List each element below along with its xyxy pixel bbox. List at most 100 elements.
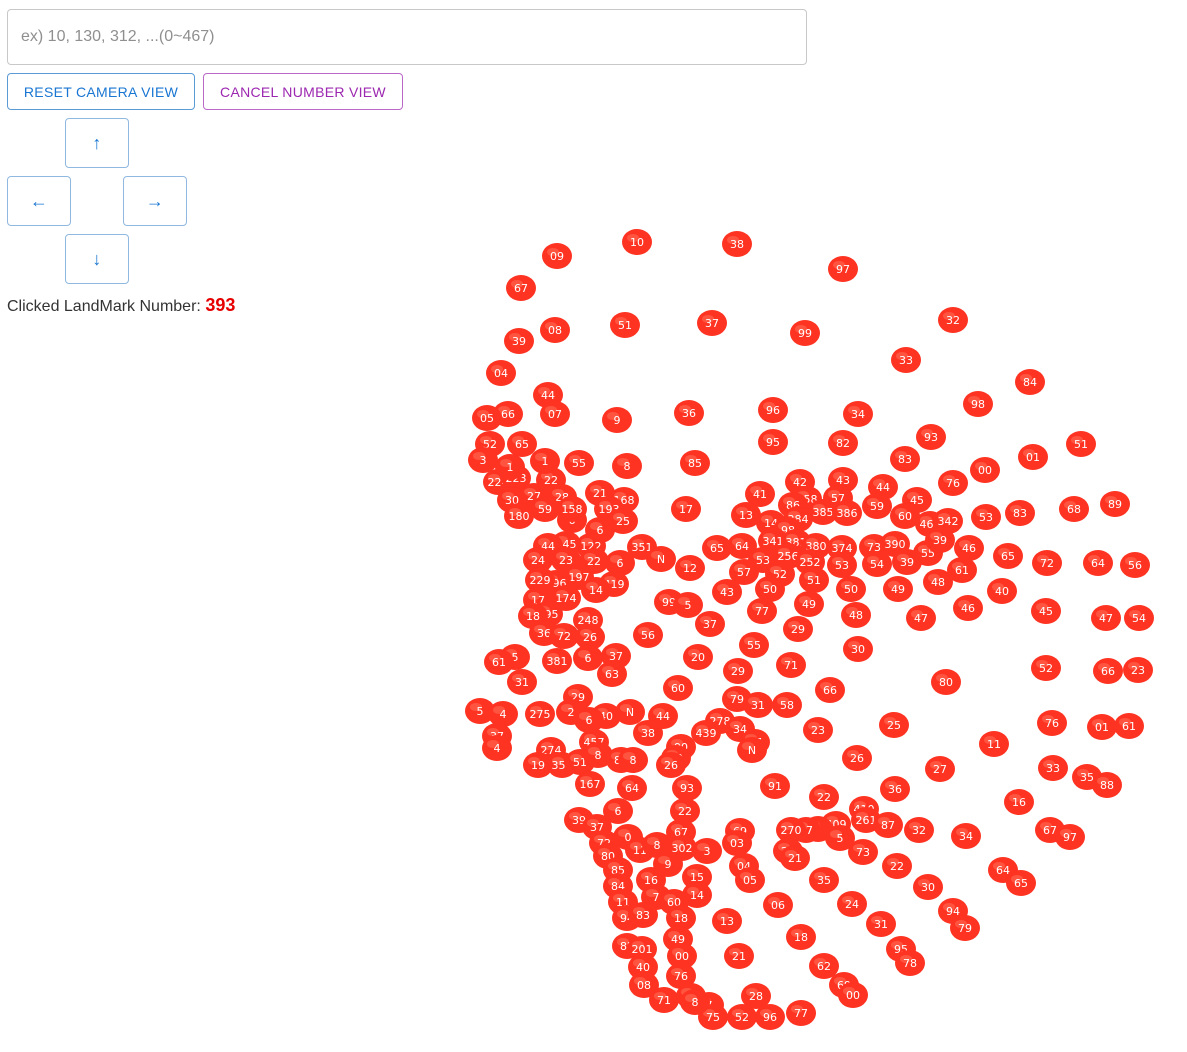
- landmark-point[interactable]: 31: [866, 911, 896, 937]
- landmark-point[interactable]: 18: [786, 924, 816, 950]
- landmark-point[interactable]: N: [737, 737, 767, 763]
- landmark-point[interactable]: 26: [842, 745, 872, 771]
- landmark-point[interactable]: 1: [530, 448, 560, 474]
- landmark-point[interactable]: 25: [608, 508, 638, 534]
- landmark-point[interactable]: 71: [649, 987, 679, 1013]
- landmark-point[interactable]: 14: [581, 577, 611, 603]
- landmark-point[interactable]: 13: [712, 908, 742, 934]
- landmark-point[interactable]: 33: [891, 347, 921, 373]
- landmark-point[interactable]: 91: [760, 773, 790, 799]
- landmark-point[interactable]: 34: [843, 401, 873, 427]
- landmark-point[interactable]: 66: [815, 677, 845, 703]
- landmark-point[interactable]: 83: [628, 902, 658, 928]
- landmark-point[interactable]: 167: [575, 771, 605, 797]
- landmark-point[interactable]: 25: [879, 712, 909, 738]
- landmark-point[interactable]: 72: [1032, 550, 1062, 576]
- landmark-point[interactable]: 59: [530, 496, 560, 522]
- landmark-point[interactable]: 65: [1006, 870, 1036, 896]
- landmark-point[interactable]: 1: [495, 454, 525, 480]
- landmark-point[interactable]: 26: [656, 752, 686, 778]
- landmark-point[interactable]: 20: [683, 644, 713, 670]
- landmark-point[interactable]: 33: [1038, 755, 1068, 781]
- landmark-point[interactable]: 09: [542, 243, 572, 269]
- landmark-point[interactable]: 45: [1031, 598, 1061, 624]
- landmark-point[interactable]: 47: [906, 605, 936, 631]
- landmark-point[interactable]: 29: [723, 658, 753, 684]
- landmark-point[interactable]: 85: [680, 450, 710, 476]
- landmark-point[interactable]: N: [646, 546, 676, 572]
- landmark-point[interactable]: 21: [724, 943, 754, 969]
- landmark-point[interactable]: 3: [692, 838, 722, 864]
- landmark-point[interactable]: 00: [970, 457, 1000, 483]
- landmark-point[interactable]: 32: [938, 307, 968, 333]
- landmark-point[interactable]: 77: [786, 1000, 816, 1026]
- landmark-point[interactable]: 36: [880, 776, 910, 802]
- landmark-point[interactable]: 56: [1120, 552, 1150, 578]
- landmark-point[interactable]: 381: [542, 648, 572, 674]
- landmark-point[interactable]: 73: [848, 839, 878, 865]
- landmark-point[interactable]: 52: [727, 1004, 757, 1030]
- landmark-point[interactable]: 37: [695, 611, 725, 637]
- landmark-point[interactable]: 96: [755, 1004, 785, 1030]
- landmark-point[interactable]: 68: [1059, 496, 1089, 522]
- landmark-point[interactable]: 47: [1091, 605, 1121, 631]
- landmark-point[interactable]: 8: [612, 453, 642, 479]
- landmark-point[interactable]: 06: [763, 892, 793, 918]
- landmark-point[interactable]: 8: [618, 747, 648, 773]
- landmark-point[interactable]: 78: [895, 950, 925, 976]
- landmark-point[interactable]: 61: [484, 649, 514, 675]
- landmark-point[interactable]: 8: [680, 989, 710, 1015]
- landmark-point[interactable]: 439: [691, 720, 721, 746]
- landmark-point[interactable]: 97: [1055, 824, 1085, 850]
- landmark-point[interactable]: 53: [827, 552, 857, 578]
- landmark-point[interactable]: 48: [923, 569, 953, 595]
- landmark-point[interactable]: 23: [803, 717, 833, 743]
- landmark-point[interactable]: 39: [892, 549, 922, 575]
- landmark-point[interactable]: 38: [722, 231, 752, 257]
- landmark-point[interactable]: 4: [482, 735, 512, 761]
- landmark-point[interactable]: 65: [993, 543, 1023, 569]
- landmark-point[interactable]: 77: [747, 598, 777, 624]
- landmark-point[interactable]: 10: [622, 229, 652, 255]
- landmark-point[interactable]: 84: [1015, 369, 1045, 395]
- landmark-point[interactable]: 07: [540, 401, 570, 427]
- landmark-point[interactable]: 65: [507, 431, 537, 457]
- landmark-point[interactable]: 03: [722, 830, 752, 856]
- landmark-point[interactable]: 59: [862, 493, 892, 519]
- landmark-point[interactable]: 83: [890, 446, 920, 472]
- landmark-point[interactable]: 32: [904, 817, 934, 843]
- landmark-point[interactable]: 158: [557, 496, 587, 522]
- landmark-point[interactable]: 31: [743, 692, 773, 718]
- landmark-point[interactable]: 31: [507, 669, 537, 695]
- landmark-point[interactable]: 05: [472, 405, 502, 431]
- landmark-point[interactable]: 54: [862, 551, 892, 577]
- landmark-point[interactable]: 16: [1004, 789, 1034, 815]
- landmark-point[interactable]: 04: [486, 360, 516, 386]
- landmark-point[interactable]: 36: [674, 400, 704, 426]
- landmark-point[interactable]: 9: [602, 407, 632, 433]
- landmark-point[interactable]: 48: [841, 602, 871, 628]
- landmark-point[interactable]: 30: [843, 636, 873, 662]
- landmark-point[interactable]: 72: [549, 623, 579, 649]
- landmark-point[interactable]: 37: [697, 310, 727, 336]
- landmark-point[interactable]: 98: [963, 391, 993, 417]
- landmark-point[interactable]: 08: [540, 317, 570, 343]
- landmark-point[interactable]: 30: [913, 874, 943, 900]
- landmark-point[interactable]: 4: [488, 701, 518, 727]
- landmark-point[interactable]: 54: [1124, 605, 1154, 631]
- landmark-point[interactable]: 50: [836, 576, 866, 602]
- landmark-point[interactable]: 49: [794, 591, 824, 617]
- landmark-point[interactable]: 6: [573, 645, 603, 671]
- landmark-point[interactable]: 6: [603, 798, 633, 824]
- landmark-point[interactable]: 22: [809, 784, 839, 810]
- landmark-point[interactable]: 89: [1100, 491, 1130, 517]
- landmark-point[interactable]: 23: [1123, 657, 1153, 683]
- landmark-point[interactable]: 39: [925, 527, 955, 553]
- landmark-point[interactable]: 64: [617, 775, 647, 801]
- landmark-point[interactable]: 66: [1093, 658, 1123, 684]
- landmark-point[interactable]: 01: [1087, 714, 1117, 740]
- landmark-point[interactable]: 51: [799, 567, 829, 593]
- landmark-point[interactable]: 51: [1066, 431, 1096, 457]
- landmark-point[interactable]: 386: [832, 500, 862, 526]
- landmark-point[interactable]: 93: [672, 775, 702, 801]
